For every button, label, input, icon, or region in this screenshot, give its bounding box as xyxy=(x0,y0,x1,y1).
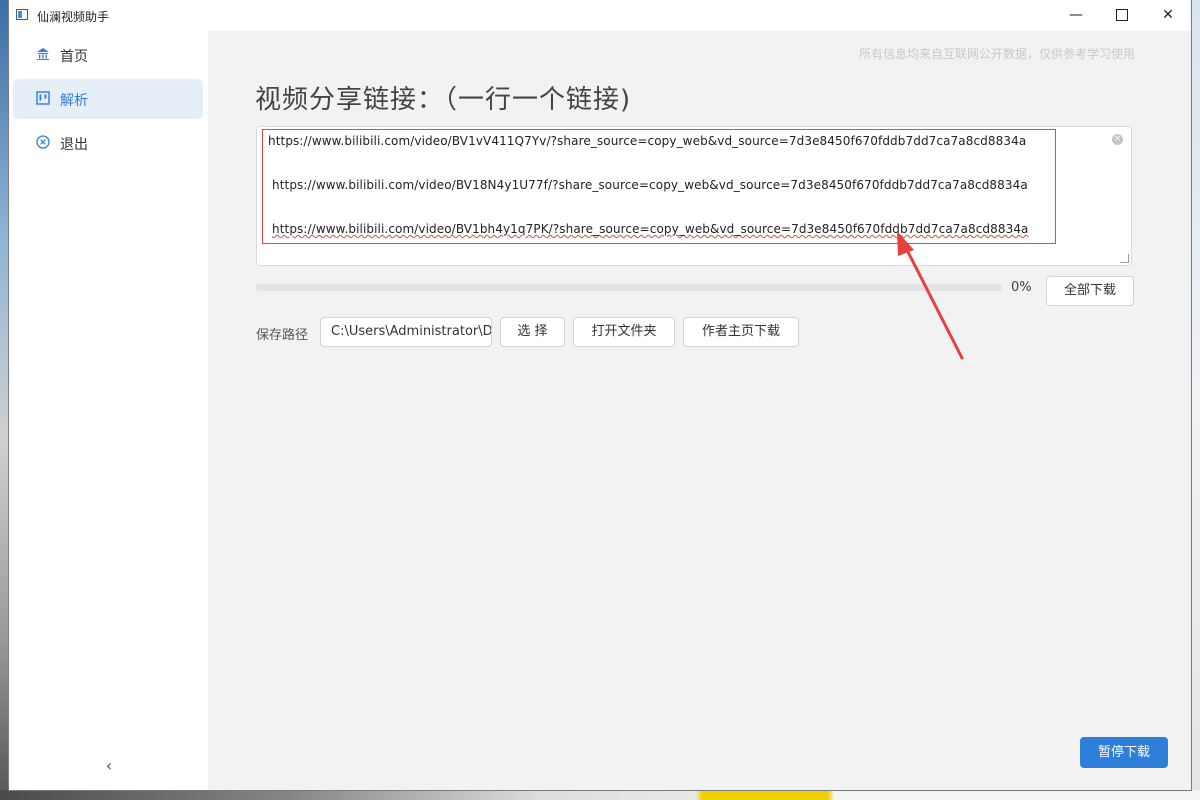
pause-download-button[interactable]: 暂停下载 xyxy=(1080,737,1168,768)
desktop-bottom-edge xyxy=(0,790,1200,800)
app-icon xyxy=(16,9,28,20)
sidebar-item-parse[interactable]: 解析 xyxy=(13,79,203,119)
desktop-left-edge xyxy=(0,0,9,800)
author-homepage-download-button[interactable]: 作者主页下载 xyxy=(683,317,799,347)
desktop-right-edge xyxy=(1191,0,1200,800)
sidebar-item-exit[interactable]: 退出 xyxy=(13,123,203,163)
app-window: 仙澜视频助手 — ✕ 首页 解析 退出 ‹ 所有信息均来自互联网公开数据，仅供参… xyxy=(9,0,1191,790)
link-line: https://www.bilibili.com/video/BV1bh4y1q… xyxy=(272,222,1029,236)
disclaimer-text: 所有信息均来自互联网公开数据，仅供参考学习使用 xyxy=(858,47,1135,61)
sidebar-item-label: 退出 xyxy=(60,137,88,153)
minimize-button[interactable]: — xyxy=(1053,0,1099,31)
progress-percent: 0% xyxy=(1011,280,1032,295)
sidebar-item-label: 首页 xyxy=(60,49,88,65)
save-path-input[interactable]: C:\Users\Administrator\Desktop xyxy=(320,317,492,347)
save-path-label: 保存路径 xyxy=(256,328,309,343)
collapse-sidebar-icon[interactable]: ‹ xyxy=(99,756,119,776)
minimize-icon: — xyxy=(1069,7,1083,23)
sidebar-item-label: 解析 xyxy=(60,93,88,109)
resize-handle-icon[interactable] xyxy=(1120,254,1129,263)
open-folder-button[interactable]: 打开文件夹 xyxy=(573,317,675,347)
bank-icon xyxy=(35,47,51,63)
window-title: 仙澜视频助手 xyxy=(37,10,110,24)
links-textarea[interactable]: https://www.bilibili.com/video/BV1vV411Q… xyxy=(256,126,1132,266)
kanban-icon xyxy=(35,91,51,107)
title-bar[interactable]: 仙澜视频助手 — ✕ xyxy=(9,0,1191,31)
link-line: https://www.bilibili.com/video/BV18N4y1U… xyxy=(272,178,1028,192)
main-panel: 所有信息均来自互联网公开数据，仅供参考学习使用 视频分享链接：（一行一个链接) … xyxy=(208,31,1191,790)
maximize-icon xyxy=(1116,9,1128,21)
sidebar-item-home[interactable]: 首页 xyxy=(13,35,203,75)
close-icon: ✕ xyxy=(1162,7,1174,23)
link-line: https://www.bilibili.com/video/BV1vV411Q… xyxy=(268,134,1027,148)
maximize-button[interactable] xyxy=(1099,0,1145,31)
download-all-button[interactable]: 全部下载 xyxy=(1046,276,1134,306)
progress-bar xyxy=(256,284,1002,291)
close-circle-icon xyxy=(35,135,51,151)
choose-path-button[interactable]: 选 择 xyxy=(500,317,565,347)
close-button[interactable]: ✕ xyxy=(1145,0,1191,31)
sidebar: 首页 解析 退出 ‹ xyxy=(9,31,208,790)
page-title: 视频分享链接：（一行一个链接) xyxy=(255,85,632,115)
clear-icon[interactable]: × xyxy=(1112,134,1123,145)
